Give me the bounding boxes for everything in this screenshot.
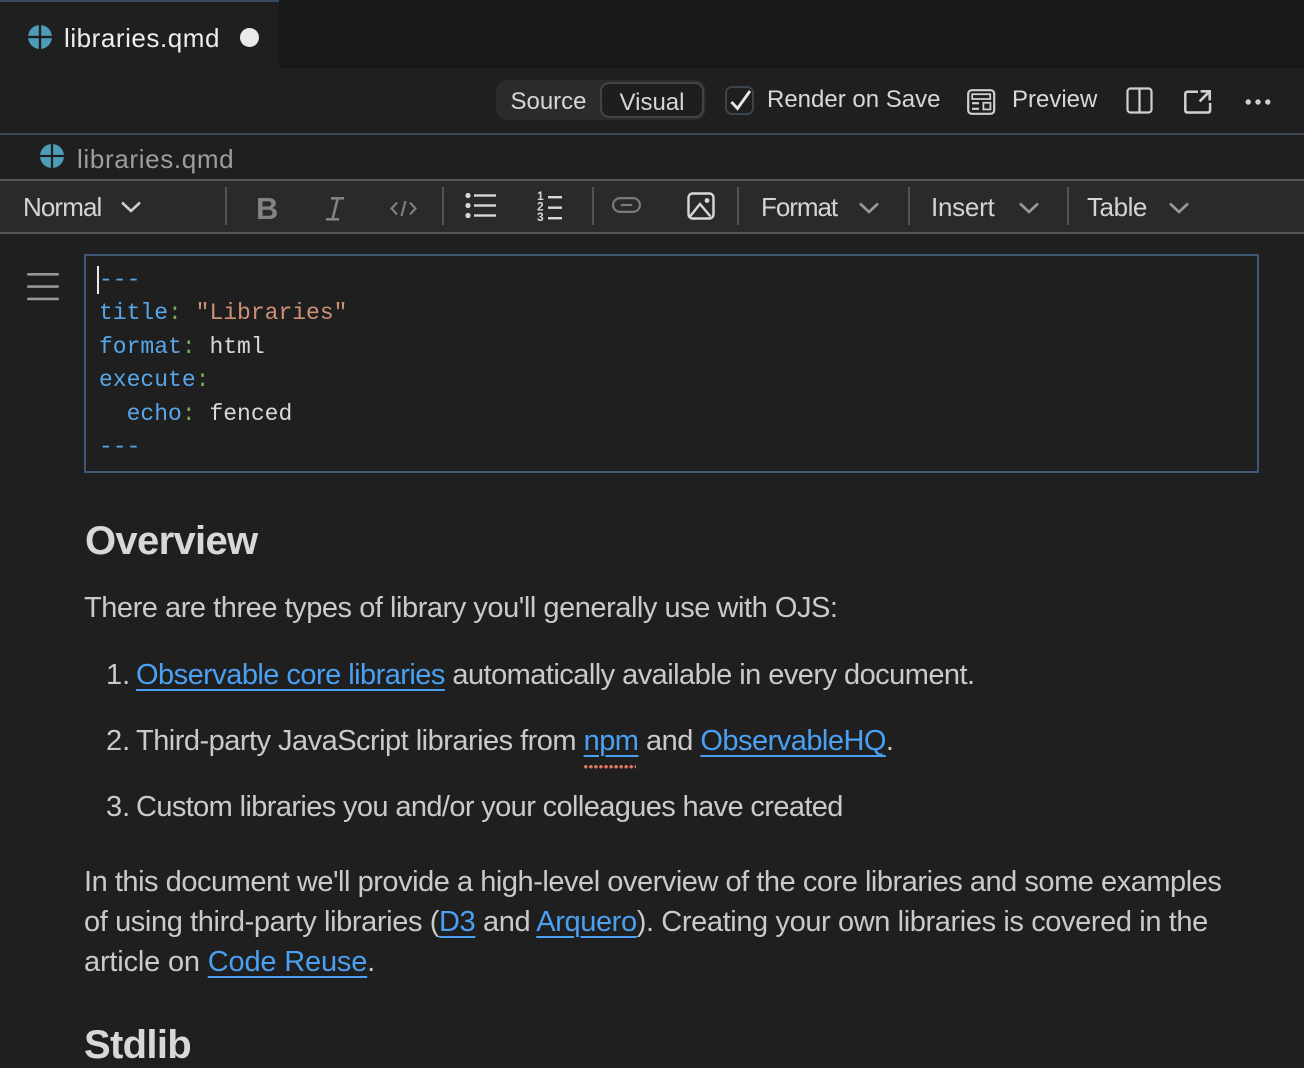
svg-text:3: 3 (537, 210, 544, 223)
